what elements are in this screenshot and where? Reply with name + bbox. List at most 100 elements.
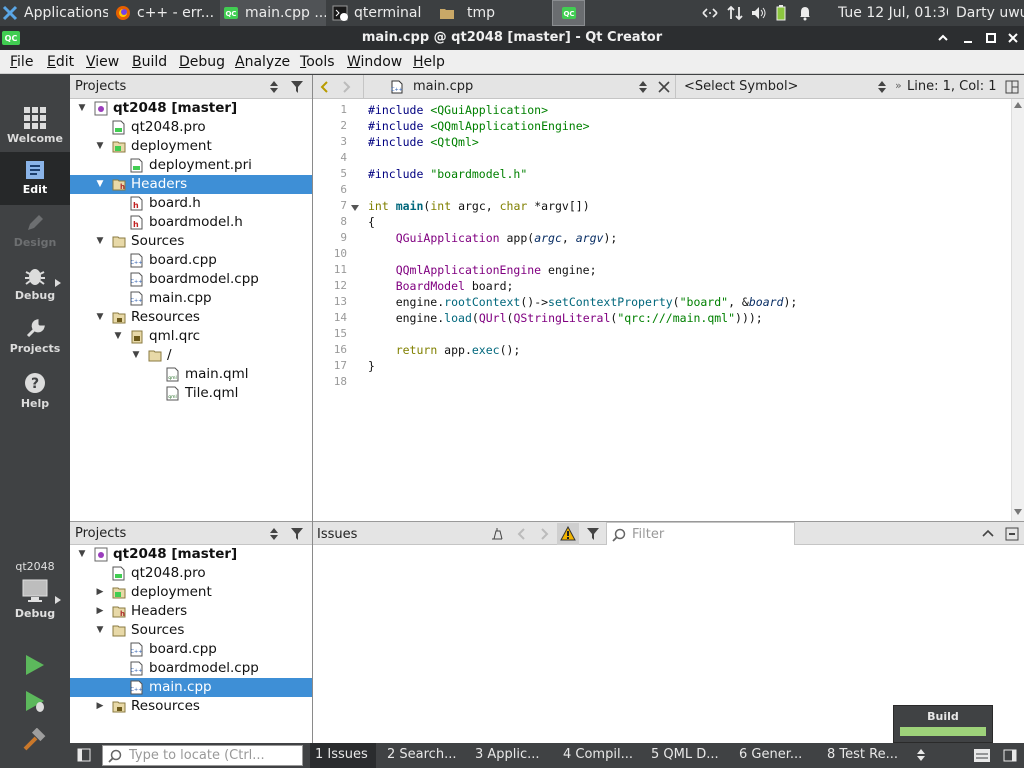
scroll-down-icon[interactable] [1014, 509, 1022, 515]
code-line[interactable]: QGuiApplication app(argc, argv); [368, 231, 618, 245]
code-line[interactable]: QQmlApplicationEngine engine; [368, 263, 597, 277]
updown-icon[interactable] [917, 749, 925, 761]
tree-item[interactable]: C++ main.cpp [70, 678, 312, 697]
editor-scrollbar[interactable] [1011, 99, 1024, 521]
expand-arrow-icon[interactable]: ▼ [94, 308, 106, 327]
symbol-combo[interactable]: <Select Symbol> [675, 75, 890, 99]
output-tab-application[interactable]: 3 Applic... [475, 747, 540, 762]
tree-item[interactable]: qt2048.pro [70, 118, 312, 137]
minimize-icon[interactable] [962, 32, 974, 44]
tree-item[interactable]: ▶ Resources [70, 697, 312, 716]
updown-icon[interactable] [270, 81, 278, 93]
mode-help[interactable]: ? Help [0, 364, 70, 417]
split-icon[interactable] [1005, 80, 1019, 94]
code-line[interactable]: int main(int argc, char *argv[]) [368, 199, 590, 213]
tree-item[interactable]: C++ boardmodel.cpp [70, 659, 312, 678]
forward-arrow-icon[interactable] [343, 81, 351, 93]
output-tab-general-messages[interactable]: 6 Gener... [739, 747, 802, 762]
task-button-terminal[interactable]: qterminal [329, 0, 429, 26]
code-line[interactable]: engine.load(QUrl(QStringLiteral("qrc:///… [368, 311, 763, 325]
expand-arrow-icon[interactable]: ▼ [76, 99, 88, 118]
menu-file[interactable]: File [10, 54, 33, 70]
open-documents-combo[interactable]: C++ main.cpp [363, 75, 653, 99]
notification-bell-icon[interactable] [798, 5, 812, 21]
code-line[interactable] [368, 327, 375, 341]
collapse-arrow-icon[interactable]: ▶ [94, 602, 106, 621]
expand-arrow-icon[interactable]: ▼ [112, 327, 124, 346]
task-button-tmp[interactable]: tmp [436, 0, 542, 26]
code-line[interactable]: #include <QGuiApplication> [368, 103, 548, 117]
tree-item[interactable]: ▼ Sources [70, 232, 312, 251]
output-tab-compile[interactable]: 4 Compil... [563, 747, 633, 762]
task-button-firefox[interactable]: c++ - err... [112, 0, 218, 26]
filter-icon[interactable] [290, 527, 304, 541]
tree-item[interactable]: ▶ h Headers [70, 602, 312, 621]
clean-issues-icon[interactable] [490, 527, 504, 541]
user-menu[interactable]: Darty uwu [956, 0, 1024, 26]
collapse-arrow-icon[interactable]: ▶ [94, 697, 106, 716]
close-pane-icon[interactable] [1005, 527, 1019, 541]
tree-item[interactable]: h boardmodel.h [70, 213, 312, 232]
warnings-toggle[interactable] [557, 523, 579, 545]
menu-window[interactable]: Window [347, 54, 402, 70]
tree-item[interactable]: qml Tile.qml [70, 384, 312, 403]
projects-view-selector[interactable]: Projects [75, 526, 126, 541]
tree-item[interactable]: ▼ qt2048 [master] [70, 99, 312, 118]
tree-item[interactable]: C++ board.cpp [70, 251, 312, 270]
code-line[interactable]: #include <QQmlApplicationEngine> [368, 119, 590, 133]
close-icon[interactable] [1007, 32, 1019, 44]
projects-view-selector[interactable]: Projects [75, 79, 126, 94]
cursor-position[interactable]: Line: 1, Col: 1 [907, 79, 997, 94]
clock[interactable]: Tue 12 Jul, 01:30 [838, 0, 948, 26]
filter-icon[interactable] [290, 80, 304, 94]
network-icon[interactable] [700, 5, 720, 21]
maximize-pane-icon[interactable] [982, 529, 994, 537]
code-line[interactable] [368, 375, 375, 389]
code-line[interactable]: return app.exec(); [368, 343, 521, 357]
tree-item[interactable]: qml main.qml [70, 365, 312, 384]
code-line[interactable]: #include "boardmodel.h" [368, 167, 527, 181]
expand-arrow-icon[interactable]: ▼ [76, 545, 88, 564]
menu-analyze[interactable]: Analyze [235, 54, 290, 70]
toggle-sidebar-icon[interactable] [77, 748, 91, 762]
output-tab-issues[interactable]: 1 Issues [315, 747, 368, 762]
menu-help[interactable]: Help [413, 54, 445, 70]
expand-arrow-icon[interactable]: ▼ [94, 232, 106, 251]
expand-arrow-icon[interactable]: ▼ [130, 346, 142, 365]
tree-item[interactable]: ▼ / [70, 346, 312, 365]
back-arrow-icon[interactable] [320, 81, 328, 93]
code-line[interactable]: engine.rootContext()->setContextProperty… [368, 295, 798, 309]
mode-projects[interactable]: Projects [0, 311, 70, 364]
filter-icon[interactable] [586, 527, 600, 541]
tree-item[interactable]: ▼ h Headers [70, 175, 312, 194]
menu-edit[interactable]: Edit [47, 54, 74, 70]
tree-item[interactable]: deployment.pri [70, 156, 312, 175]
tree-item[interactable]: ▼ deployment [70, 137, 312, 156]
tree-item[interactable]: C++ main.cpp [70, 289, 312, 308]
scroll-up-icon[interactable] [1014, 102, 1022, 108]
menu-view[interactable]: View [86, 54, 119, 70]
code-line[interactable] [368, 183, 375, 197]
kit-selector[interactable]: qt2048 Debug [0, 553, 70, 633]
mode-design[interactable]: Design [0, 205, 70, 258]
issues-filter-input[interactable]: Filter [606, 522, 795, 546]
applications-menu[interactable]: Applications [2, 0, 108, 26]
code-line[interactable]: } [368, 359, 375, 373]
output-tab-search[interactable]: 2 Search... [387, 747, 456, 762]
mode-edit[interactable]: Edit [0, 152, 70, 205]
build-progress[interactable]: Build [893, 705, 993, 743]
expand-arrow-icon[interactable]: ▼ [94, 175, 106, 194]
tree-item[interactable]: ▼ Sources [70, 621, 312, 640]
code-line[interactable] [368, 247, 375, 261]
run-icon[interactable] [24, 654, 46, 676]
next-issue-icon[interactable] [541, 528, 549, 540]
tree-item[interactable]: C++ board.cpp [70, 640, 312, 659]
fold-arrow-icon[interactable] [351, 205, 359, 211]
toggle-output-icon[interactable] [1003, 749, 1017, 762]
volume-icon[interactable] [750, 5, 768, 21]
locator-input[interactable]: Type to locate (Ctrl... [102, 745, 303, 766]
menu-build[interactable]: Build [132, 54, 167, 70]
qtcreator-launcher[interactable]: QC [552, 0, 585, 26]
collapse-arrow-icon[interactable]: ▶ [94, 583, 106, 602]
output-tab-qml-debugger[interactable]: 5 QML D... [651, 747, 719, 762]
